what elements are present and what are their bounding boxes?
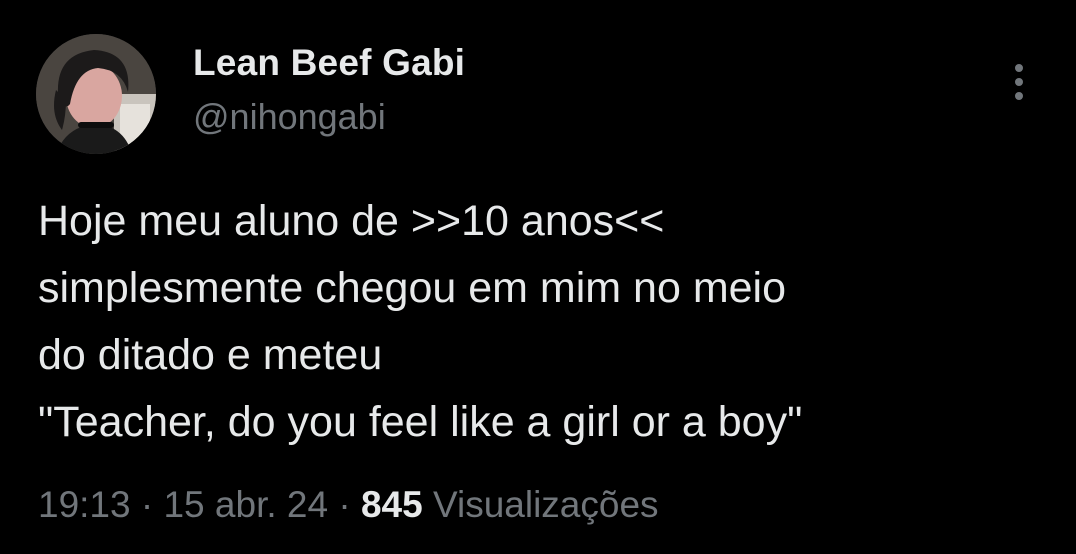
author-display-name[interactable]: Lean Beef Gabi	[193, 42, 465, 84]
author-handle[interactable]: @nihongabi	[193, 96, 386, 138]
avatar[interactable]	[36, 34, 156, 154]
more-dot	[1015, 78, 1023, 86]
more-dot	[1015, 92, 1023, 100]
tweet-text-line: Hoje meu aluno de >>10 anos<<	[38, 197, 665, 245]
tweet-text: Hoje meu aluno de >>10 anos<< simplesmen…	[38, 188, 1048, 456]
tweet-text-line: "Teacher, do you feel like a girl or a b…	[38, 398, 803, 446]
tweet-card: Lean Beef Gabi @nihongabi Hoje meu aluno…	[0, 0, 1076, 554]
tweet-text-line: simplesmente chegou em mim no meio	[38, 264, 787, 312]
views-count[interactable]: 845	[361, 484, 423, 525]
more-vertical-icon[interactable]	[1000, 58, 1040, 106]
more-dot	[1015, 64, 1023, 72]
tweet-date[interactable]: 15 abr. 24	[163, 484, 328, 525]
meta-separator: ·	[338, 484, 351, 525]
tweet-text-line: do ditado e meteu	[38, 331, 383, 379]
avatar-photo	[36, 34, 156, 154]
views-label[interactable]: Visualizações	[433, 484, 659, 525]
tweet-meta: 19:13 · 15 abr. 24 · 845 Visualizações	[38, 484, 659, 526]
tweet-time[interactable]: 19:13	[38, 484, 131, 525]
meta-separator: ·	[140, 484, 154, 525]
